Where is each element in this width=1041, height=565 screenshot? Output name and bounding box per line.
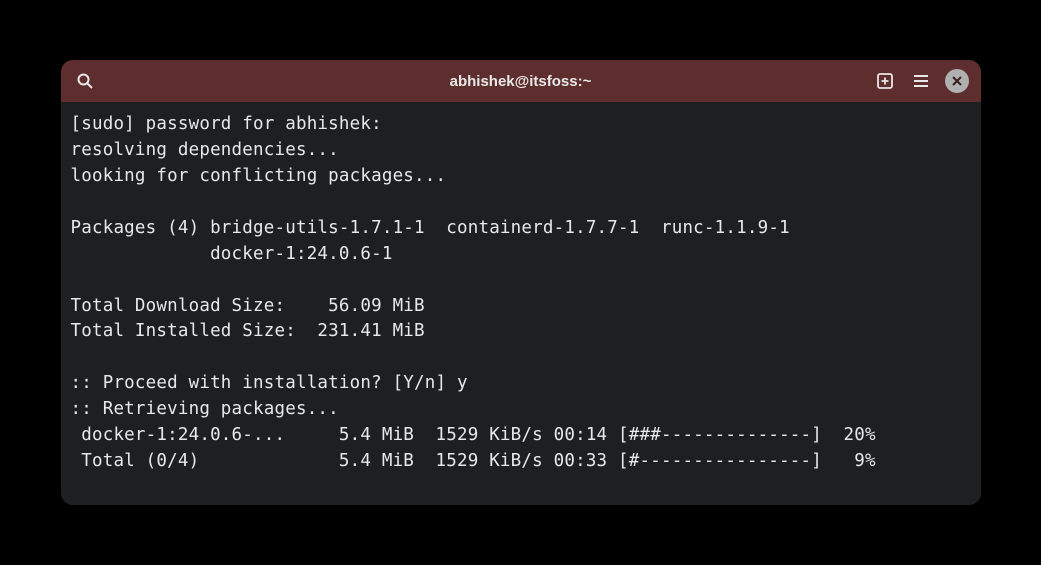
window-title: abhishek@itsfoss:~ (450, 73, 592, 90)
terminal-line: [sudo] password for abhishek: (71, 114, 382, 134)
close-button[interactable] (945, 69, 969, 93)
terminal-line: Total (0/4) 5.4 MiB 1529 KiB/s 00:33 [#-… (71, 451, 876, 471)
terminal-line: looking for conflicting packages... (71, 166, 447, 186)
titlebar-right (873, 69, 969, 93)
new-tab-button[interactable] (873, 69, 897, 93)
titlebar: abhishek@itsfoss:~ (61, 60, 981, 102)
terminal-line: Total Installed Size: 231.41 MiB (71, 321, 425, 341)
terminal-line: :: Proceed with installation? [Y/n] y (71, 373, 468, 393)
terminal-line: :: Retrieving packages... (71, 399, 339, 419)
terminal-line: Total Download Size: 56.09 MiB (71, 296, 425, 316)
search-button[interactable] (73, 69, 97, 93)
terminal-line: docker-1:24.0.6-1 (71, 244, 393, 264)
close-icon (951, 75, 963, 87)
terminal-window: abhishek@itsfoss:~ (61, 60, 981, 504)
terminal-line: resolving dependencies... (71, 140, 339, 160)
menu-button[interactable] (909, 69, 933, 93)
search-icon (76, 72, 94, 90)
terminal-line: docker-1:24.0.6-... 5.4 MiB 1529 KiB/s 0… (71, 425, 876, 445)
hamburger-icon (912, 72, 930, 90)
terminal-line: Packages (4) bridge-utils-1.7.1-1 contai… (71, 218, 790, 238)
plus-box-icon (876, 72, 894, 90)
titlebar-left (73, 69, 97, 93)
terminal-output[interactable]: [sudo] password for abhishek: resolving … (61, 102, 981, 504)
